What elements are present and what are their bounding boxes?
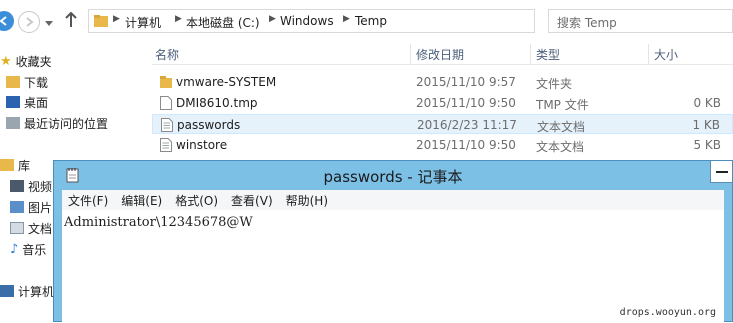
- sidebar-computer-label: 计算机: [18, 284, 55, 299]
- column-header-row: 名称 修改日期 类型 大小: [152, 44, 733, 65]
- history-dropdown[interactable]: [45, 16, 53, 30]
- sidebar-item-label: 下载: [24, 75, 49, 90]
- sidebar-item-recent[interactable]: 最近访问的位置: [6, 113, 108, 133]
- file-size: 0 KB: [693, 96, 721, 110]
- breadcrumb-windows[interactable]: Windows: [280, 14, 334, 28]
- file-type: 文件夹: [536, 77, 573, 91]
- sidebar-library[interactable]: 库: [0, 155, 30, 175]
- notepad-titlebar[interactable]: passwords - 记事本: [54, 161, 732, 189]
- recent-places-icon: [6, 117, 20, 129]
- sidebar-favorites[interactable]: ★ 收藏夹: [0, 51, 52, 71]
- sidebar-item-music[interactable]: ♪ 音乐: [10, 239, 46, 259]
- file-date: 2015/11/10 9:57: [416, 75, 516, 89]
- breadcrumb-computer[interactable]: 计算机: [125, 14, 161, 31]
- menu-edit[interactable]: 编辑(E): [121, 192, 162, 209]
- breadcrumb-drive[interactable]: 本地磁盘 (C:): [186, 14, 260, 31]
- search-input[interactable]: 搜索 Temp: [548, 9, 733, 33]
- address-bar[interactable]: ▶ 计算机 ▶ 本地磁盘 (C:) ▶ Windows ▶ Temp: [88, 9, 535, 33]
- menu-view[interactable]: 查看(V): [231, 192, 273, 209]
- minimize-icon: [716, 171, 728, 173]
- file-name: passwords: [177, 118, 241, 132]
- up-arrow-icon: [65, 11, 77, 27]
- sidebar-library-label: 库: [18, 158, 31, 173]
- column-header-size[interactable]: 大小: [654, 46, 678, 63]
- video-icon: [10, 180, 24, 192]
- sidebar-item-videos[interactable]: 视频: [10, 176, 52, 196]
- column-header-date[interactable]: 修改日期: [416, 46, 464, 63]
- file-type: 文本文档: [536, 140, 585, 154]
- chevron-down-icon: [45, 21, 53, 26]
- search-placeholder: 搜索 Temp: [557, 16, 617, 30]
- menu-help[interactable]: 帮助(H): [286, 192, 328, 209]
- chevron-right-icon: ▶: [113, 14, 120, 24]
- file-size: 1 KB: [692, 118, 720, 132]
- sidebar-item-label: 音乐: [22, 242, 47, 257]
- sidebar-item-documents[interactable]: 文档: [10, 218, 52, 238]
- file-size: 5 KB: [693, 138, 721, 152]
- up-button[interactable]: [64, 11, 78, 31]
- chevron-right-icon: ▶: [175, 14, 182, 24]
- file-date: 2016/2/23 11:17: [417, 118, 517, 132]
- navigation-bar: ▶ 计算机 ▶ 本地磁盘 (C:) ▶ Windows ▶ Temp 搜索 Te…: [0, 0, 733, 42]
- column-divider[interactable]: [648, 44, 649, 64]
- music-icon: ♪: [10, 241, 19, 257]
- folder-icon: [94, 15, 108, 27]
- file-row[interactable]: vmware-SYSTEM 2015/11/10 9:57 文件夹: [152, 72, 733, 92]
- watermark: drops.wooyun.org: [619, 307, 716, 318]
- forward-button[interactable]: [18, 11, 40, 33]
- picture-icon: [10, 201, 24, 213]
- file-row[interactable]: winstore 2015/11/10 9:50 文本文档 5 KB: [152, 135, 733, 155]
- document-icon: [10, 222, 24, 234]
- file-type: 文本文档: [537, 120, 586, 134]
- menu-file[interactable]: 文件(F): [68, 192, 108, 209]
- library-icon: [0, 159, 14, 171]
- notepad-menubar: 文件(F) 编辑(E) 格式(O) 查看(V) 帮助(H): [62, 190, 724, 210]
- text-file-icon: [160, 138, 172, 152]
- sidebar-favorites-label: 收藏夹: [15, 54, 52, 69]
- back-button[interactable]: [0, 11, 14, 31]
- column-header-type[interactable]: 类型: [536, 46, 560, 63]
- file-row[interactable]: DMI8610.tmp 2015/11/10 9:50 TMP 文件 0 KB: [152, 93, 733, 113]
- notepad-window[interactable]: passwords - 记事本 文件(F) 编辑(E) 格式(O) 查看(V) …: [53, 160, 733, 323]
- file-row-selected[interactable]: passwords 2016/2/23 11:17 文本文档 1 KB: [152, 114, 733, 134]
- sidebar-item-label: 图片: [28, 200, 53, 215]
- folder-icon: [160, 76, 172, 88]
- text-file-icon: [161, 118, 173, 132]
- file-name: vmware-SYSTEM: [176, 75, 277, 89]
- star-icon: ★: [0, 53, 12, 69]
- column-divider[interactable]: [530, 44, 531, 64]
- sidebar-item-pictures[interactable]: 图片: [10, 197, 52, 217]
- desktop-icon: [6, 96, 20, 108]
- chevron-right-icon: ▶: [343, 14, 350, 24]
- column-divider[interactable]: [410, 44, 411, 64]
- file-date: 2015/11/10 9:50: [416, 138, 516, 152]
- computer-icon: [0, 285, 14, 297]
- sidebar-item-label: 桌面: [24, 95, 49, 110]
- download-folder-icon: [6, 76, 20, 88]
- file-type: TMP 文件: [536, 98, 589, 112]
- minimize-button[interactable]: [710, 161, 732, 183]
- file-date: 2015/11/10 9:50: [416, 96, 516, 110]
- notepad-text-area[interactable]: Administrator\12345678@W drops.wooyun.or…: [62, 210, 724, 323]
- sidebar-item-label: 文档: [28, 221, 53, 236]
- column-header-name[interactable]: 名称: [155, 46, 179, 63]
- sidebar-item-downloads[interactable]: 下载: [6, 72, 48, 92]
- notepad-content: Administrator\12345678@W: [64, 215, 253, 230]
- forward-arrow-icon: [26, 17, 34, 27]
- back-arrow-icon: [0, 16, 7, 26]
- sidebar-item-label: 最近访问的位置: [24, 116, 109, 131]
- sidebar-computer[interactable]: 计算机: [0, 281, 54, 301]
- chevron-right-icon: ▶: [269, 14, 276, 24]
- sidebar-item-desktop[interactable]: 桌面: [6, 92, 48, 112]
- sidebar-item-label: 视频: [28, 179, 53, 194]
- breadcrumb-temp[interactable]: Temp: [355, 14, 387, 28]
- notepad-title: passwords - 记事本: [323, 168, 463, 186]
- file-name: DMI8610.tmp: [176, 96, 258, 110]
- menu-format[interactable]: 格式(O): [175, 192, 218, 209]
- file-icon: [160, 96, 172, 110]
- file-name: winstore: [176, 138, 228, 152]
